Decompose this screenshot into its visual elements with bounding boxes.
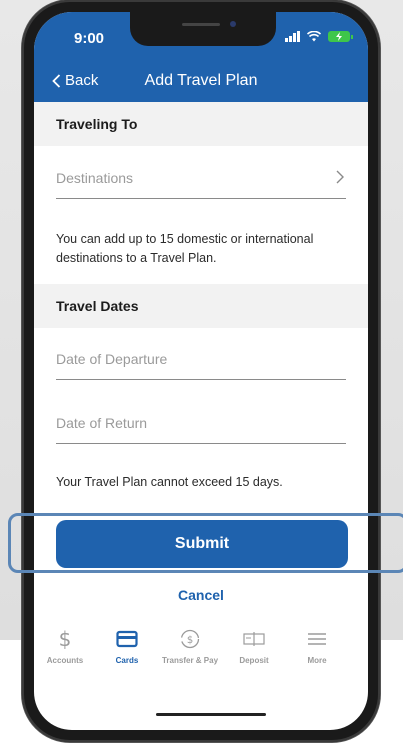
tab-label: More — [307, 656, 327, 665]
nav-bar: Back Add Travel Plan — [34, 62, 368, 102]
return-date-field[interactable]: Date of Return — [56, 407, 346, 444]
tab-transfer-pay[interactable]: $ Transfer & Pay — [160, 626, 220, 665]
tab-deposit[interactable]: Deposit — [224, 626, 284, 665]
tab-label: Deposit — [239, 656, 269, 665]
dollar-icon: $ — [35, 626, 95, 652]
page-title: Add Travel Plan — [144, 72, 258, 89]
svg-text:$: $ — [187, 635, 193, 646]
section-title: Travel Dates — [56, 298, 139, 314]
tab-label: Accounts — [46, 656, 84, 665]
camera — [230, 21, 236, 27]
svg-text:$: $ — [59, 628, 72, 650]
chevron-right-icon — [336, 170, 344, 189]
signal-icon — [285, 31, 300, 42]
destinations-helper-text: You can add up to 15 domestic or interna… — [56, 232, 314, 265]
section-header-traveling-to: Traveling To — [34, 102, 368, 146]
home-indicator — [156, 713, 266, 716]
submit-button[interactable]: Submit — [56, 520, 348, 568]
notch — [130, 12, 276, 46]
departure-date-field[interactable]: Date of Departure — [56, 343, 346, 380]
transfer-icon: $ — [160, 626, 220, 652]
cancel-link[interactable]: Cancel — [34, 587, 368, 603]
return-placeholder: Date of Return — [56, 415, 148, 431]
departure-placeholder: Date of Departure — [56, 351, 168, 367]
tab-label: Cards — [115, 656, 139, 665]
destinations-placeholder: Destinations — [56, 170, 134, 186]
phone-frame: 9:00 Back Add Travel Plan Traveling To D… — [22, 0, 380, 742]
tab-accounts[interactable]: $ Accounts — [35, 626, 95, 665]
card-icon — [97, 626, 157, 652]
section-header-travel-dates: Travel Dates — [34, 284, 368, 328]
tab-label: Transfer & Pay — [161, 656, 219, 665]
section-title: Traveling To — [56, 116, 138, 132]
wifi-icon — [307, 31, 321, 42]
check-deposit-icon — [224, 626, 284, 652]
tab-cards[interactable]: Cards — [97, 626, 157, 665]
tab-more[interactable]: More — [287, 626, 347, 665]
menu-icon — [287, 626, 347, 652]
speaker — [182, 23, 220, 26]
status-time: 9:00 — [74, 30, 105, 47]
status-icons — [285, 31, 353, 42]
destinations-field[interactable]: Destinations — [56, 162, 346, 199]
tab-bar: $ Accounts Cards $ Transfer & Pay Deposi… — [34, 626, 368, 676]
status-bar: 9:00 — [34, 12, 368, 62]
phone-screen: 9:00 Back Add Travel Plan Traveling To D… — [34, 12, 368, 730]
battery-icon — [328, 31, 353, 42]
dates-helper-text: Your Travel Plan cannot exceed 15 days. — [56, 475, 283, 489]
